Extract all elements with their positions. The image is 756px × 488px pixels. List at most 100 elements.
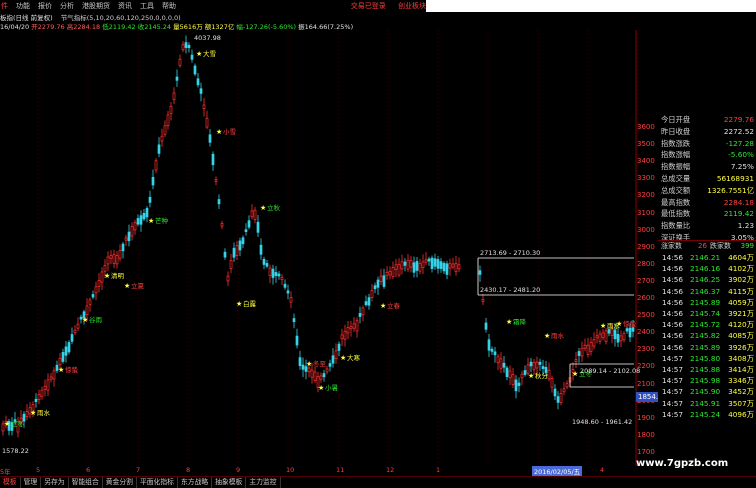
solar-term-label: 小雪 bbox=[223, 127, 236, 136]
candle-body bbox=[604, 330, 608, 342]
candle-body bbox=[241, 237, 245, 245]
candle-body bbox=[85, 305, 89, 315]
candle-body bbox=[136, 218, 140, 225]
candle-body bbox=[175, 76, 179, 81]
candle-body bbox=[574, 359, 578, 362]
candle-body bbox=[601, 332, 605, 338]
menu-item-analysis[interactable]: 分析 bbox=[57, 0, 79, 12]
menu-item-hk-futures[interactable]: 港股期货 bbox=[79, 0, 115, 12]
quote-value: 1326.7551亿 bbox=[707, 185, 754, 195]
market-breadth: 涨家数 26 跌家数 399 bbox=[658, 240, 756, 252]
tab-flat-indicator[interactable]: 平面化指标 bbox=[137, 477, 178, 488]
quote-label: 指数量比 bbox=[661, 221, 691, 231]
chinext-link[interactable]: 创业板块 bbox=[398, 2, 426, 10]
tick-time: 14:56 bbox=[662, 331, 684, 341]
candle-body bbox=[547, 369, 551, 380]
indicator-name: 节气指标(5,10,20,60,120,250,0,0,0,0) bbox=[60, 14, 181, 22]
candle-body bbox=[217, 199, 221, 205]
tick-volume: 3452万 bbox=[728, 387, 754, 397]
candle-body bbox=[37, 394, 41, 400]
candle-body bbox=[430, 257, 434, 269]
candle-body bbox=[58, 358, 62, 365]
tick-volume: 4115万 bbox=[728, 286, 754, 296]
tab-save-as[interactable]: 另存为 bbox=[41, 477, 69, 488]
quote-label: 总成交量 bbox=[661, 174, 691, 183]
candle-body bbox=[178, 58, 182, 66]
candle-body bbox=[268, 267, 272, 276]
tab-template[interactable]: 模板 bbox=[0, 477, 21, 488]
tick-price: 2145.82 bbox=[690, 331, 721, 341]
solar-term-star: ★ bbox=[340, 354, 346, 362]
down-count-label: 跌家数 bbox=[710, 242, 731, 250]
quote-row: 今日开盘 2279.76 bbox=[658, 114, 756, 126]
tick-time: 14:56 bbox=[662, 264, 684, 274]
candle-body bbox=[46, 379, 50, 391]
candle-body bbox=[208, 134, 212, 143]
tick-row: 14:56 2146.21 4604万 bbox=[658, 252, 756, 263]
solar-term-label: 惊蛰 bbox=[65, 365, 79, 374]
solar-term-star: ★ bbox=[544, 332, 550, 340]
menu-item-quote[interactable]: 报价 bbox=[35, 0, 57, 12]
tick-row: 14:57 2145.80 3408万 bbox=[658, 353, 756, 364]
candle-body bbox=[181, 44, 185, 51]
candle-body bbox=[592, 339, 596, 347]
candle-body bbox=[343, 330, 347, 340]
tick-volume: 4604万 bbox=[728, 253, 754, 262]
candle-body bbox=[334, 350, 338, 359]
candle-body bbox=[193, 65, 197, 75]
tick-volume: 4120万 bbox=[728, 320, 754, 330]
tab-manage[interactable]: 管理 bbox=[21, 477, 42, 488]
tick-price: 2145.89 bbox=[690, 297, 721, 307]
candle-body bbox=[409, 260, 413, 268]
tick-row: 14:56 2146.16 4102万 bbox=[658, 263, 756, 274]
tick-time: 14:56 bbox=[662, 297, 684, 307]
candle-body bbox=[205, 117, 209, 128]
quote-row: 总成交量 56168931 bbox=[658, 173, 756, 185]
tab-smart-combo[interactable]: 智能组合 bbox=[69, 477, 103, 488]
candle-body bbox=[313, 371, 317, 382]
quote-value: 1.23 bbox=[737, 221, 754, 231]
candle-body bbox=[397, 264, 401, 276]
candle-body bbox=[502, 362, 506, 368]
candle-body bbox=[307, 367, 311, 373]
tab-east-strategy[interactable]: 东方战略 bbox=[178, 477, 213, 488]
tick-volume: 3921万 bbox=[728, 309, 754, 318]
tab-golden-split[interactable]: 黄金分割 bbox=[103, 477, 137, 488]
tick-row: 14:56 2145.82 4085万 bbox=[658, 330, 756, 341]
candle-body bbox=[43, 385, 47, 390]
candle-body bbox=[154, 160, 158, 171]
price-tick: 2200 bbox=[637, 362, 655, 371]
candle-body bbox=[73, 329, 77, 333]
index-name: 板指(日线 前复权) bbox=[0, 14, 53, 22]
down-count-value: 399 bbox=[740, 242, 754, 250]
candle-body bbox=[628, 327, 632, 338]
menu-item-news[interactable]: 资讯 bbox=[115, 0, 137, 12]
candle-body bbox=[88, 299, 92, 305]
candle-body bbox=[625, 328, 629, 332]
candle-body bbox=[493, 351, 497, 356]
trade-login-link[interactable]: 交易已登录 bbox=[351, 2, 386, 10]
solar-term-star: ★ bbox=[30, 409, 36, 417]
solar-term-label: 雨水 bbox=[551, 331, 565, 340]
candle-body bbox=[301, 364, 305, 370]
price-tick: 2600 bbox=[637, 294, 655, 302]
candlestick-chart[interactable]: ★ 立冬★ 雨水★ 惊蛰★ 谷雨★ 清明★ 立夏★ 芒种★ 大雪★ 小雪★ 立秋★ 白露★ 冬至★ 小暑★… bbox=[0, 30, 658, 466]
candle-body bbox=[436, 259, 440, 269]
tab-main-monitor[interactable]: 主力监控 bbox=[246, 477, 281, 488]
menu-item-function[interactable]: 功能 bbox=[13, 0, 35, 12]
candle-body bbox=[289, 297, 293, 303]
candle-body bbox=[64, 346, 68, 356]
candle-body bbox=[382, 275, 386, 287]
candle-body bbox=[484, 322, 488, 330]
solar-term-star: ★ bbox=[216, 128, 222, 136]
candle-body bbox=[535, 361, 539, 369]
quote-value: 2279.76 bbox=[723, 115, 754, 124]
tick-row: 14:57 2145.88 3414万 bbox=[658, 364, 756, 375]
candle-body bbox=[388, 271, 392, 276]
date-tick: 4 bbox=[600, 466, 605, 474]
tick-price: 2145.74 bbox=[690, 309, 721, 318]
tab-abstract-template[interactable]: 抽象模板 bbox=[212, 477, 247, 488]
menu-item-tools[interactable]: 工具 bbox=[137, 0, 159, 12]
menu-item-file[interactable]: 件 bbox=[0, 0, 13, 12]
menu-item-help[interactable]: 帮助 bbox=[159, 0, 181, 12]
